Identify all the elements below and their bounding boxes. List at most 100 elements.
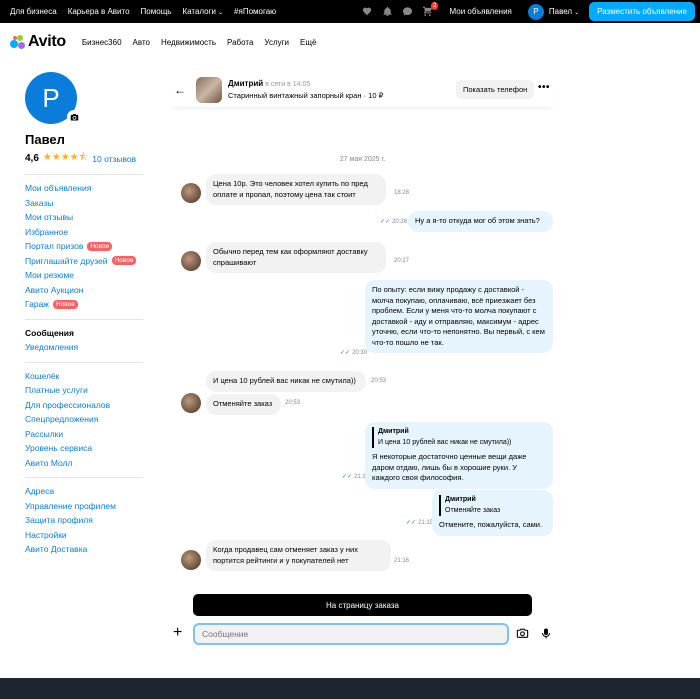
menu-group: Сообщения Уведомления — [25, 326, 145, 355]
sidebar-item[interactable]: Спецпредложения — [25, 412, 145, 427]
message-input[interactable] — [193, 623, 509, 645]
message-text: По опыту: если вижу продажу с доставкой … — [372, 285, 545, 347]
sidebar-item[interactable]: Авито Доставка — [25, 542, 145, 557]
sidebar-item-label: Кошелёк — [25, 370, 60, 381]
cart-icon[interactable]: 2 — [421, 1, 439, 18]
user-menu[interactable]: Павел ⌄ — [549, 7, 579, 16]
contact-avatar[interactable] — [181, 393, 201, 413]
message-time: 20:53 — [371, 378, 387, 384]
sidebar-item[interactable]: Гараж Новое — [25, 297, 145, 312]
nav-auto[interactable]: Авто — [133, 38, 150, 47]
quote-author: Дмитрий — [378, 428, 409, 435]
quote-text: Отменяйте заказ — [445, 506, 501, 514]
message-text: Когда продавец сам отменяет заказ у них … — [213, 545, 358, 565]
sidebar-item[interactable]: Мои резюме — [25, 268, 145, 283]
bell-icon[interactable] — [381, 6, 393, 18]
read-check-icon: ✓✓ — [406, 520, 417, 526]
message-text: Я некоторые достаточно ценные вещи даже … — [372, 452, 527, 482]
sidebar-item-label: Сообщения — [25, 327, 74, 338]
profile-name: Павел — [25, 132, 65, 147]
link-catalogs[interactable]: Каталоги ⌄ — [182, 7, 223, 16]
chevron-down-icon: ⌄ — [218, 10, 224, 16]
contact-avatar[interactable] — [181, 251, 201, 271]
chevron-down-icon: ⌄ — [574, 10, 580, 16]
sidebar-item[interactable]: Избранное — [25, 225, 145, 240]
my-ads-link[interactable]: Мои объявления — [449, 7, 511, 16]
sidebar-item[interactable]: Мои отзывы — [25, 210, 145, 225]
rating-value: 4,6 — [25, 153, 39, 164]
sidebar-item[interactable]: Сообщения — [25, 326, 145, 341]
contact-avatar[interactable] — [181, 183, 201, 203]
cart-count-badge: 2 — [431, 1, 439, 10]
menu-group: Кошелёк Платные услуги Для профессионалов С… — [25, 369, 145, 471]
link-help[interactable]: Помощь — [141, 7, 172, 16]
sidebar-item[interactable]: Рассылки — [25, 427, 145, 442]
sidebar-item[interactable]: Настройки — [25, 528, 145, 543]
avito-logo[interactable]: Avito — [10, 33, 66, 51]
camera-icon[interactable] — [67, 110, 81, 124]
top-bar: Для бизнеса Карьера в Авито Помощь Катал… — [0, 0, 700, 23]
chat-icon[interactable] — [401, 6, 413, 18]
reviews-link[interactable]: 10 отзывов — [92, 154, 136, 164]
microphone-icon[interactable] — [540, 627, 552, 640]
message-time: ✓✓ 20:30 — [340, 349, 367, 356]
divider — [25, 477, 143, 478]
sidebar-item[interactable]: Заказы — [25, 196, 145, 211]
sidebar-item-label: Авито Молл — [25, 457, 73, 468]
sidebar-item[interactable]: Адреса — [25, 484, 145, 499]
item-thumbnail[interactable] — [196, 76, 222, 103]
new-badge: Новое — [53, 299, 78, 309]
profile-menu: Мои объявления Заказы Мои отзывы Избранное П… — [25, 181, 145, 557]
message-incoming: Цена 10р. Это человек хотел купить по пр… — [206, 174, 386, 205]
nav-business360[interactable]: Бизнес360 — [82, 38, 122, 47]
nav-services[interactable]: Услуги — [264, 38, 289, 47]
sidebar-item[interactable]: Для профессионалов — [25, 398, 145, 413]
sidebar-item[interactable]: Платные услуги — [25, 383, 145, 398]
order-page-button[interactable]: На страницу заказа — [193, 594, 532, 616]
plus-icon[interactable]: + — [173, 624, 182, 642]
sidebar-item[interactable]: Авито Молл — [25, 456, 145, 471]
sidebar-item[interactable]: Мои объявления — [25, 181, 145, 196]
link-career[interactable]: Карьера в Авито — [68, 7, 130, 16]
sidebar-item[interactable]: Защита профиля — [25, 513, 145, 528]
message-incoming: И цена 10 рублей вас никак не смутила)) — [206, 371, 366, 392]
sidebar-item[interactable]: Управление профилем — [25, 499, 145, 514]
sidebar-item[interactable]: Приглашайте друзей Новое — [25, 254, 145, 269]
sidebar-item[interactable]: Уровень сервиса — [25, 441, 145, 456]
nav-realty[interactable]: Недвижимость — [161, 38, 216, 47]
message-outgoing: По опыту: если вижу продажу с доставкой … — [365, 280, 553, 353]
quote-author: Дмитрий — [445, 496, 476, 503]
contact-avatar[interactable] — [181, 550, 201, 570]
link-ya-pomogayu[interactable]: #яПомогаю — [234, 7, 276, 16]
message-outgoing: Дмитрий Отменяйте заказ Отмените, пожалу… — [432, 490, 553, 536]
nav-jobs[interactable]: Работа — [227, 38, 253, 47]
contact-name[interactable]: Дмитрий — [228, 79, 263, 88]
reply-quote[interactable]: Дмитрий И цена 10 рублей вас никак не см… — [372, 427, 546, 448]
sidebar-item[interactable]: Авито Аукцион — [25, 283, 145, 298]
divider — [25, 361, 143, 363]
sidebar-item[interactable]: Кошелёк — [25, 369, 145, 384]
post-ad-button[interactable]: Разместить объявление — [589, 2, 695, 21]
heart-icon[interactable] — [361, 6, 373, 18]
message-time-value: 20:30 — [352, 350, 368, 356]
message-text: И цена 10 рублей вас никак не смутила)) — [213, 376, 356, 385]
item-title[interactable]: Старинный винтажный запорный кран · 10 ₽ — [228, 91, 383, 100]
link-for-business[interactable]: Для бизнеса — [10, 7, 57, 16]
reply-quote[interactable]: Дмитрий Отменяйте заказ — [439, 495, 546, 516]
back-arrow-icon[interactable]: ← — [174, 83, 188, 97]
read-check-icon: ✓✓ — [380, 219, 391, 225]
message-outgoing: Ну а я-то откуда мог об этом знать? — [408, 211, 553, 232]
sidebar-item[interactable]: Уведомления — [25, 340, 145, 355]
camera-icon[interactable] — [516, 627, 529, 640]
sidebar-item[interactable]: Портал призов Новое — [25, 239, 145, 254]
more-options-icon[interactable]: ••• — [538, 82, 550, 93]
sidebar-item-label: Приглашайте друзей — [25, 255, 108, 266]
sidebar-item-label: Адреса — [25, 486, 55, 496]
profile-avatar[interactable]: P — [25, 72, 81, 124]
rating-stars-icon: ★★★★⯪ — [42, 152, 89, 163]
user-avatar[interactable]: P — [527, 3, 544, 20]
show-phone-button[interactable]: Показать телефон — [456, 80, 535, 99]
main-header: Avito Бизнес360 Авто Недвижимость Работа… — [0, 23, 700, 61]
nav-more[interactable]: Ещё — [300, 38, 316, 47]
sidebar-item-label: Мои отзывы — [25, 212, 74, 222]
